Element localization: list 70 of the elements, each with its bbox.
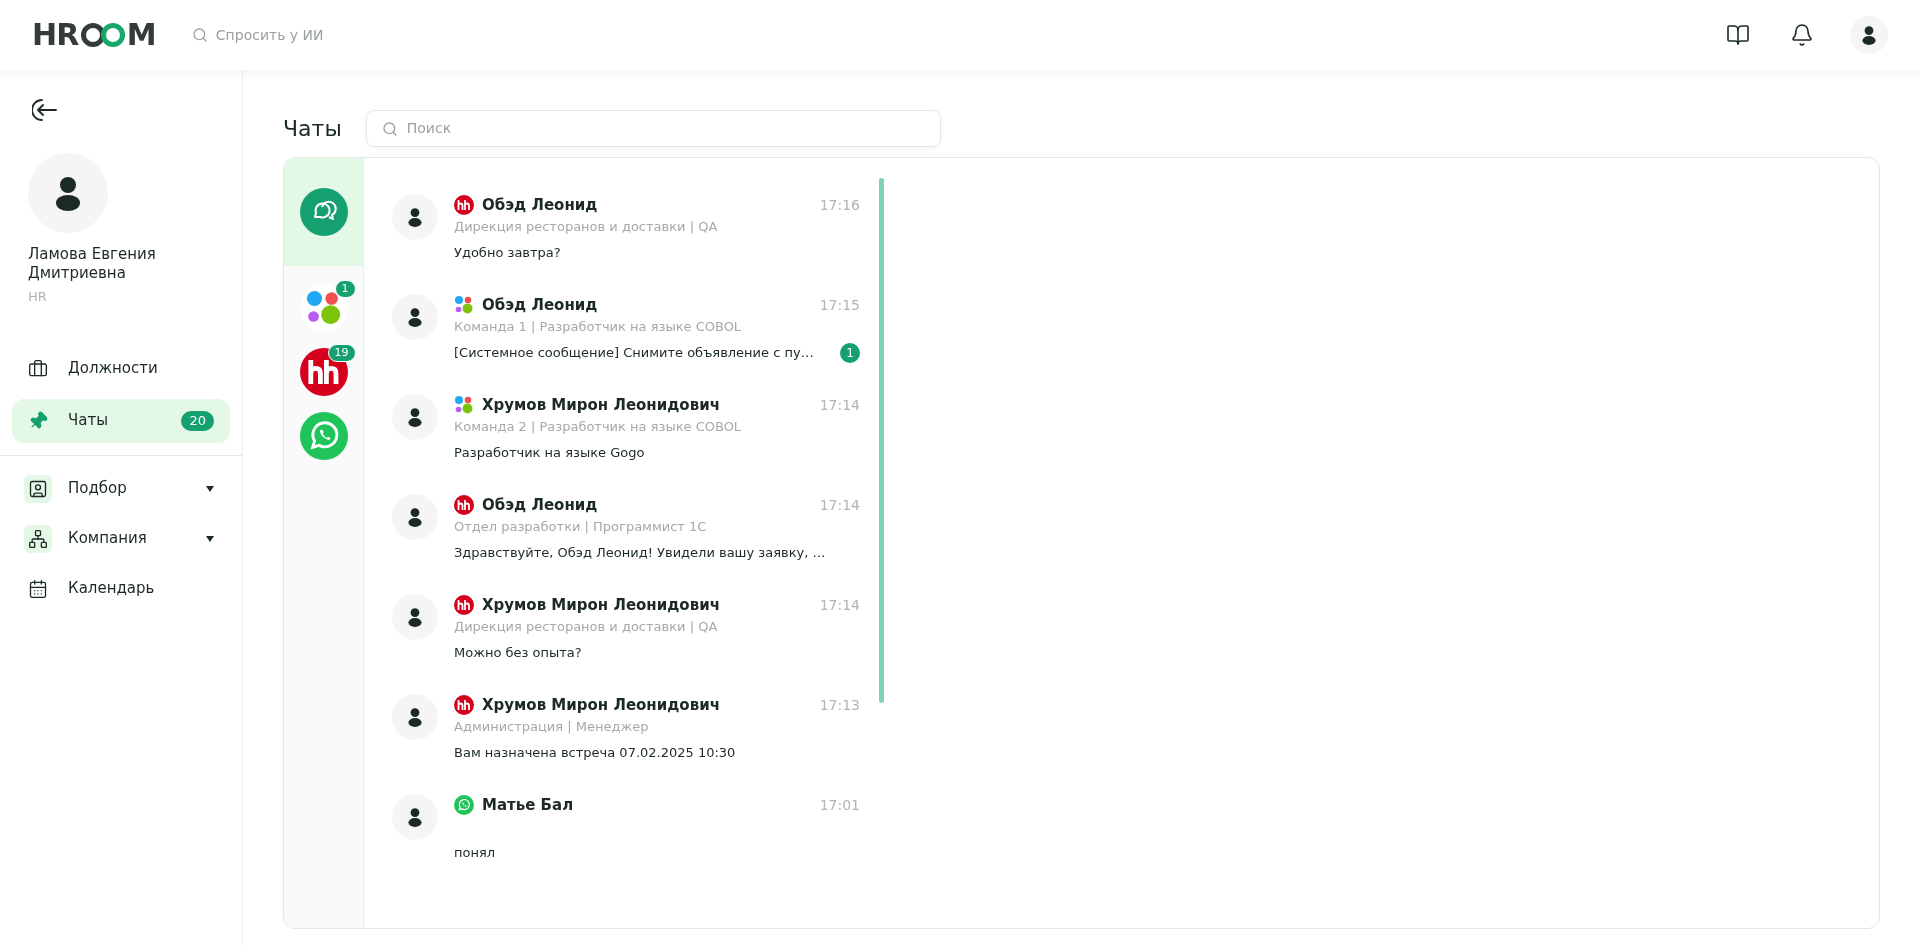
message-time: 17:15 [819,295,860,315]
page-title: Чаты [283,114,342,143]
hh-logo-icon [454,195,474,216]
message-time: 17:01 [819,795,860,815]
message-time: 17:14 [819,395,860,415]
search-icon [191,27,208,43]
message-time: 17:16 [819,195,860,215]
vacancy-subtitle: Дирекция ресторанов и доставки | QA [454,217,719,236]
contact-name: Хрумов Мирон Леонидович [482,395,721,416]
message-time: 17:14 [819,595,860,615]
whatsapp-icon [299,412,348,460]
hh-logo-icon [454,595,474,616]
message-preview: Вам назначена встреча 07.02.2025 10:30 [454,743,737,762]
collapse-arrow-icon [32,98,58,122]
vacancy-subtitle: Администрация | Менеджер [454,717,650,736]
rings-icon [78,23,127,47]
whatsapp-icon [454,795,474,816]
colored-dots-icon [304,289,343,327]
message-preview: Разработчик на языке Gogo [454,443,646,462]
profile-avatar-button[interactable] [1850,16,1888,54]
message-time: 17:13 [819,695,860,715]
chat-list-item[interactable]: Обэд Леонид 17:15 Команда 1 | Разработчик на языке COBOL [Системное сообщение] Снимите объявление с пу… 1 [392,294,860,394]
colored-dots-icon [454,395,474,416]
contact-name: Хрумов Мирон Леонидович [482,695,721,716]
briefcase-icon [28,358,48,379]
contact-name: Обэд Леонид [482,195,599,216]
nav-item[interactable]: Компания [12,517,230,560]
message-preview: [Системное сообщение] Снимите объявление с пу… [454,343,815,362]
vacancy-subtitle: Команда 1 | Разработчик на языке COBOL [454,317,743,336]
vacancy-subtitle: Команда 2 | Разработчик на языке COBOL [454,417,743,436]
hh-logo-icon [299,348,348,396]
message-preview: Можно без опыта? [454,643,583,662]
chat-list-item[interactable]: Хрумов Мирон Леонидович 17:14 Команда 2 | Разработчик на языке COBOL Разработчик на языке Gogo [392,394,860,494]
chat-list-item[interactable]: Хрумов Мирон Леонидович 17:14 Дирекция ресторанов и доставки | QA Можно без опыта? [392,594,860,694]
logo[interactable]: HR M [32,20,156,50]
chat-list-item[interactable]: Обэд Леонид 17:16 Дирекция ресторанов и доставки | QA Удобно завтра? [392,194,860,294]
message-preview: Здравствуйте, Обэд Леонид! Увидели вашу заявку, … [454,543,827,562]
hh-logo-icon [454,695,474,716]
contact-name: Обэд Леонид [482,495,599,516]
ai-search-field[interactable]: Спросить у ИИ [215,24,416,46]
message-time: 17:14 [819,495,860,515]
contact-name: Хрумов Мирон Леонидович [482,595,721,616]
nav-item[interactable]: Чаты 20 [12,398,230,443]
chat-list-item[interactable]: Обэд Леонид 17:14 Отдел разработки | Программист 1С Здравствуйте, Обэд Леонид! Увидели вашу заявку, … [392,494,860,594]
calendar-icon [28,578,48,599]
contact-name: Обэд Леонид [482,295,599,316]
hh-logo-icon [454,495,474,516]
source-tab[interactable] [284,158,363,266]
count-badge: 19 [327,344,356,362]
unread-badge: 1 [840,342,860,363]
vacancy-subtitle: Отдел разработки | Программист 1С [454,517,708,536]
count-badge: 1 [334,280,356,298]
nav-item[interactable]: Календарь [12,567,230,610]
nav-item[interactable]: Должности [12,346,230,391]
user-name: Ламова Евгения Дмитриевна [28,245,157,283]
count-badge: 20 [181,410,214,431]
user-role: HR [28,288,48,306]
caret-icon [206,535,214,542]
vacancy-subtitle: Дирекция ресторанов и доставки | QA [454,617,719,636]
colored-dots-icon [454,295,474,316]
chat-bubbles-icon [299,188,348,236]
message-preview: понял [454,843,497,862]
search-field[interactable]: Поиск [365,109,941,147]
search-icon [381,120,398,137]
nav-item[interactable]: Подбор [12,467,230,510]
chat-list-item[interactable]: Матье Бал 17:01 понял [392,794,860,894]
chat-list-item[interactable]: Хрумов Мирон Леонидович 17:13 Администрация | Менеджер Вам назначена встреча 07.02.2025 10:30 [392,694,860,794]
caret-icon [206,485,214,492]
contact-name: Матье Бал [482,795,575,816]
message-preview: Удобно завтра? [454,243,562,262]
